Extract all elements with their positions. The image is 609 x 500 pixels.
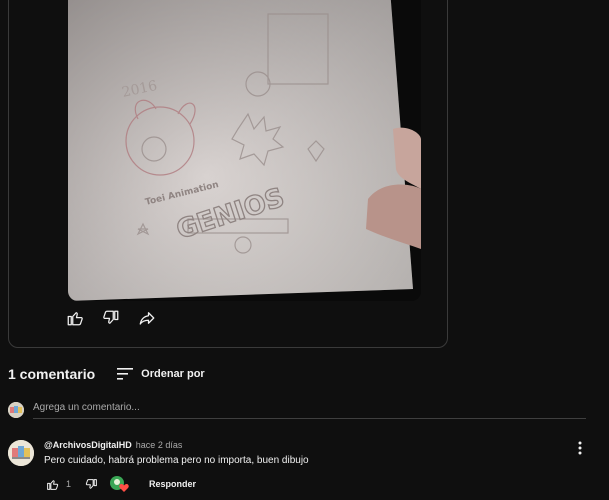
commenter-avatar[interactable] bbox=[8, 440, 34, 466]
add-comment-row bbox=[8, 400, 586, 419]
comment-like-count: 1 bbox=[66, 479, 72, 489]
sort-button[interactable]: Ordenar por bbox=[117, 367, 205, 381]
thumbs-up-icon bbox=[46, 479, 58, 490]
kebab-menu-icon bbox=[578, 441, 582, 455]
drawing-photo: 2016 GENIOS Toei Animation bbox=[68, 0, 421, 301]
comment-dislike-button[interactable] bbox=[83, 476, 99, 492]
comment-author[interactable]: @ArchivosDigitalHD bbox=[44, 440, 132, 450]
thumbs-down-icon bbox=[85, 478, 97, 489]
thumbs-up-icon bbox=[67, 312, 83, 326]
creator-heart-badge bbox=[109, 475, 131, 493]
like-button[interactable] bbox=[64, 307, 86, 329]
post-card: 2016 GENIOS Toei Animation bbox=[8, 0, 448, 348]
reply-button[interactable]: Responder bbox=[149, 479, 196, 489]
comment-menu-button[interactable] bbox=[574, 440, 586, 456]
sort-label: Ordenar por bbox=[141, 368, 205, 380]
current-user-avatar bbox=[8, 401, 24, 418]
share-button[interactable] bbox=[136, 307, 158, 329]
post-actions bbox=[64, 307, 158, 329]
comments-header: 1 comentario Ordenar por bbox=[8, 366, 205, 382]
comment-text: Pero cuidado, habrá problema pero no imp… bbox=[44, 455, 309, 466]
add-comment-input[interactable] bbox=[33, 400, 586, 419]
share-icon bbox=[139, 312, 155, 325]
dislike-button[interactable] bbox=[100, 307, 122, 329]
comment-like-button[interactable] bbox=[44, 476, 60, 492]
comment-meta: @ArchivosDigitalHD hace 2 días bbox=[44, 440, 309, 450]
comment-body: @ArchivosDigitalHD hace 2 días Pero cuid… bbox=[44, 440, 309, 493]
comment-timestamp[interactable]: hace 2 días bbox=[136, 440, 183, 450]
comments-count: 1 comentario bbox=[8, 366, 96, 382]
thumbs-down-icon bbox=[103, 310, 119, 324]
comment-actions: 1 Responder bbox=[44, 475, 309, 493]
post-image[interactable]: 2016 GENIOS Toei Animation bbox=[68, 0, 421, 301]
heart-icon bbox=[119, 484, 129, 492]
sort-icon bbox=[117, 368, 134, 380]
